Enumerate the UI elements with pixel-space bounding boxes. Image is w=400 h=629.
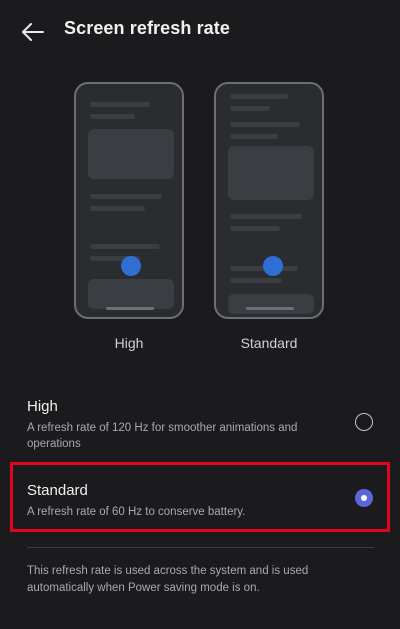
app-bar: Screen refresh rate (0, 0, 400, 60)
preview-label-standard: Standard (240, 335, 298, 351)
page-title: Screen refresh rate (64, 18, 230, 38)
high-refresh-preview (74, 82, 184, 319)
touch-indicator-icon (263, 256, 283, 276)
back-button[interactable] (18, 17, 48, 47)
option-high-description: A refresh rate of 120 Hz for smoother an… (27, 422, 298, 450)
option-high-title: High (27, 398, 58, 415)
preview-label-high: High (114, 335, 144, 351)
arrow-left-icon (22, 23, 44, 41)
standard-refresh-preview (214, 82, 324, 319)
radio-high[interactable] (355, 413, 373, 431)
touch-indicator-icon (121, 256, 141, 276)
option-high[interactable]: High A refresh rate of 120 Hz for smooth… (0, 390, 400, 456)
selection-highlight-box (10, 462, 390, 532)
divider (27, 547, 374, 548)
footnote-text: This refresh rate is used across the sys… (27, 565, 309, 594)
